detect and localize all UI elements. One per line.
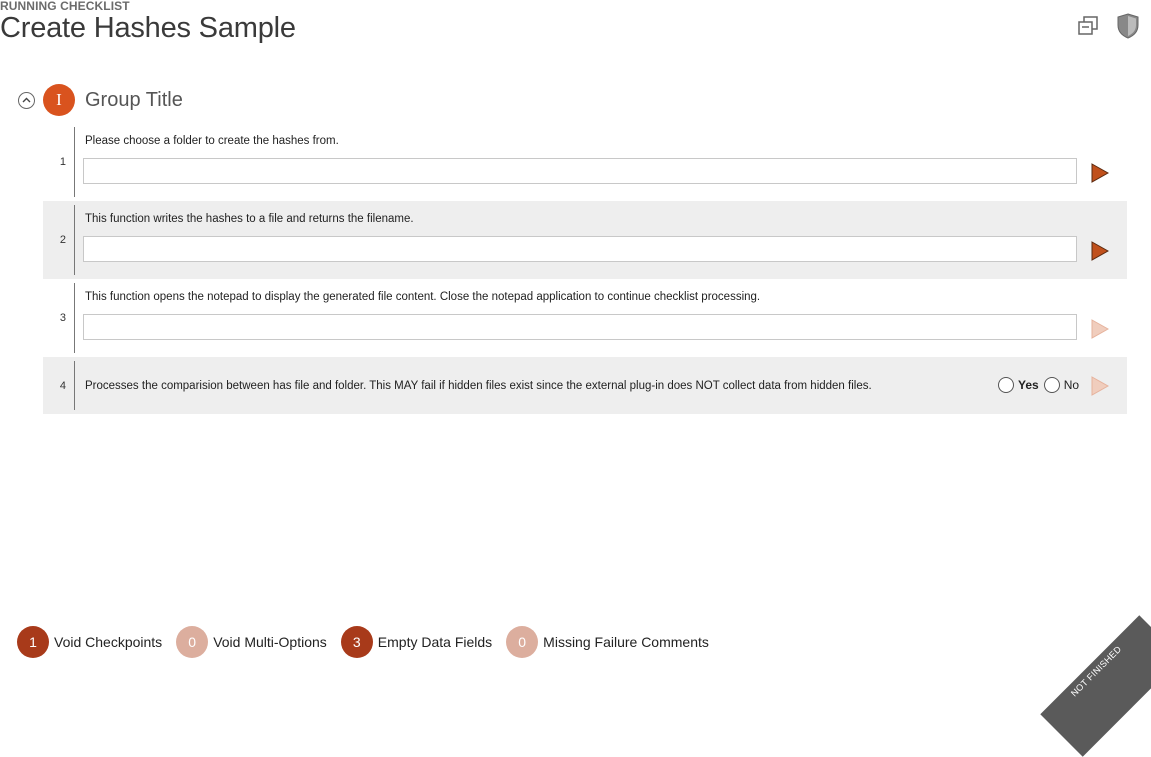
row-description: Processes the comparision between has fi… [85,380,872,392]
play-icon [1091,241,1110,261]
row-divider [74,361,75,410]
row-number: 3 [59,312,66,324]
chevron-up-icon [22,97,31,103]
count-badge: 3 [340,626,373,658]
yes-label: Yes [1018,378,1039,392]
row-divider [74,205,75,275]
stat-void-checkpoints[interactable]: 1 Void Checkpoints [17,626,162,658]
restore-windows-icon[interactable] [1075,12,1101,40]
play-icon [1091,376,1110,396]
stat-label: Void Multi-Options [213,634,327,650]
play-icon [1091,319,1110,339]
checkpoint-list: 1 Please choose a folder to create the h… [43,123,1127,414]
checkpoint-row: 3 This function opens the notepad to dis… [43,279,1127,357]
checkpoint-row: 4 Processes the comparision between has … [43,357,1127,414]
row-divider [74,283,75,353]
row-description: This function writes the hashes to a fil… [85,213,414,225]
corner-label: NOT FINISHED [1068,643,1124,699]
run-step-button[interactable] [1091,241,1110,266]
data-input-field[interactable] [83,158,1077,184]
row-number: 1 [59,156,66,168]
run-step-button[interactable] [1091,376,1110,401]
stat-label: Empty Data Fields [377,634,493,650]
yes-radio[interactable] [998,377,1014,393]
play-icon [1091,163,1110,183]
row-number: 4 [59,379,66,392]
group-title: Group Title [85,88,183,111]
stat-void-multi-options[interactable]: 0 Void Multi-Options [176,626,327,658]
checkpoint-row: 2 This function writes the hashes to a f… [43,201,1127,279]
count-badge: 0 [506,626,539,658]
group-badge: I [43,84,75,116]
stat-label: Void Checkpoints [54,634,163,650]
row-number: 2 [59,234,66,246]
count-badge: 0 [176,626,209,658]
top-toolbar [1075,12,1141,40]
data-input-field[interactable] [83,314,1077,340]
no-radio[interactable] [1043,377,1060,393]
stat-empty-data-fields[interactable]: 3 Empty Data Fields [340,626,493,658]
checkpoint-row: 1 Please choose a folder to create the h… [43,123,1127,201]
row-description: This function opens the notepad to displ… [85,291,761,303]
shield-icon[interactable] [1115,12,1141,40]
count-badge: 1 [17,626,49,658]
collapse-group-button[interactable] [18,91,35,109]
data-input-field[interactable] [83,236,1077,262]
status-corner-ribbon: NOT FINISHED [1040,615,1151,757]
status-summary: 1 Void Checkpoints 0 Void Multi-Options … [17,626,723,658]
run-step-button[interactable] [1091,319,1110,344]
stat-label: Missing Failure Comments [543,634,709,650]
stat-missing-failure-comments[interactable]: 0 Missing Failure Comments [506,626,709,658]
row-description: Please choose a folder to create the has… [85,135,339,147]
yes-no-options: Yes No [998,377,1079,393]
run-step-button[interactable] [1091,163,1110,188]
row-divider [74,127,75,197]
page-title: Create Hashes Sample [0,12,296,44]
group-header: I Group Title [18,84,183,116]
no-label: No [1063,378,1080,392]
